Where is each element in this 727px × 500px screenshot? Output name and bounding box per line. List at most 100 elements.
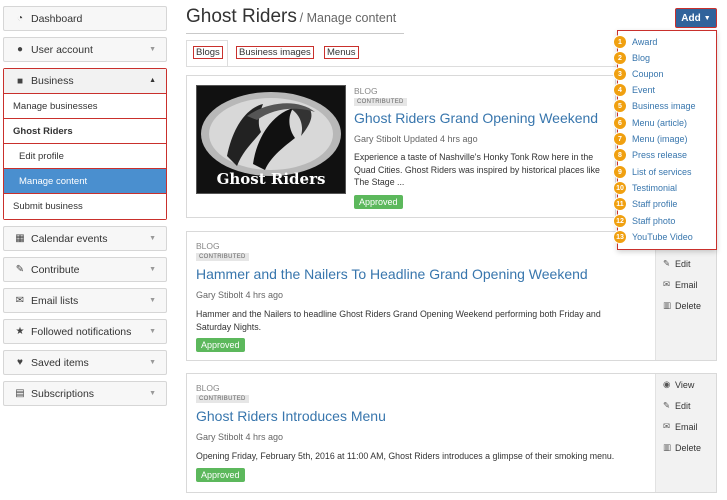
heart-icon: ♥ (17, 357, 23, 368)
menu-item-label: Menu (article) (632, 118, 688, 128)
sidebar-item-label: Followed notifications (31, 325, 132, 338)
post-type-label: BLOG (196, 241, 220, 251)
page-header: Ghost Riders / Manage content (186, 6, 404, 34)
tab-menus[interactable]: Menus (324, 46, 359, 59)
menu-item-label: Staff photo (632, 216, 676, 226)
view-action[interactable]: ◉ View (656, 374, 716, 395)
sidebar-item-label: Dashboard (31, 12, 83, 25)
sidebar-item-saved-items[interactable]: ♥ Saved items ▼ (3, 350, 167, 375)
user-icon: ● (16, 44, 24, 55)
status-badge: Approved (196, 338, 245, 352)
content-card: BLOG CONTRIBUTED Hammer and the Nailers … (186, 231, 717, 361)
step-number-badge: 5 (614, 100, 626, 112)
menu-item-youtube-video[interactable]: 13 YouTube Video (614, 229, 693, 245)
menu-item-blog[interactable]: 2 Blog (614, 50, 651, 66)
sidebar-item-business[interactable]: ■ Business ▲ (4, 69, 166, 94)
sidebar: ◔ Dashboard ● User account ▼ ■ Business … (3, 6, 167, 412)
add-button[interactable]: Add ▼ (675, 8, 717, 28)
delete-action[interactable]: ▥ Delete (656, 437, 716, 458)
contributed-badge: CONTRIBUTED (354, 98, 407, 106)
post-actions: ✎ Edit ✉ Email ▥ Delete (655, 232, 716, 360)
thumbnail-caption: Ghost Riders (216, 170, 326, 188)
menu-item-menu-article[interactable]: 6 Menu (article) (614, 115, 688, 131)
step-number-badge: 4 (614, 84, 626, 96)
sidebar-item-subscriptions[interactable]: ▤ Subscriptions ▼ (3, 381, 167, 406)
sidebar-item-contribute[interactable]: ✎ Contribute ▼ (3, 257, 167, 282)
post-actions: ◉ View ✎ Edit ✉ Email ▥ Delete (655, 374, 716, 492)
chevron-down-icon: ▼ (149, 266, 156, 273)
sidebar-subitem-manage-businesses[interactable]: Manage businesses (4, 94, 166, 119)
post-title-link[interactable]: Ghost Riders Introduces Menu (196, 408, 386, 424)
briefcase-icon: ■ (16, 75, 24, 87)
menu-item-label: Menu (image) (632, 134, 688, 144)
sidebar-subitem-manage-content[interactable]: Manage content (4, 169, 166, 194)
menu-item-menu-image[interactable]: 7 Menu (image) (614, 131, 688, 147)
star-icon: ★ (15, 326, 25, 337)
menu-item-coupon[interactable]: 3 Coupon (614, 66, 664, 82)
post-title-link[interactable]: Ghost Riders Grand Opening Weekend (354, 110, 598, 126)
caret-down-icon: ▼ (703, 14, 711, 22)
action-label: Edit (675, 400, 691, 411)
action-label: Delete (675, 442, 702, 453)
menu-item-list-of-services[interactable]: 9 List of services (614, 164, 692, 180)
post-meta: Gary Stibolt Updated 4 hrs ago (354, 134, 478, 144)
trash-icon: ▥ (663, 442, 672, 452)
menu-item-award[interactable]: 1 Award (614, 34, 658, 50)
post-excerpt: Hammer and the Nailers to headline Ghost… (196, 309, 601, 332)
menu-item-event[interactable]: 4 Event (614, 82, 655, 98)
post-type-label: BLOG (196, 383, 220, 393)
add-dropdown-menu: 1 Award 2 Blog 3 Coupon 4 Event 5 Business im… (614, 30, 717, 250)
edit-action[interactable]: ✎ Edit (656, 253, 716, 274)
chevron-down-icon: ▼ (149, 235, 156, 242)
sidebar-item-label: Subscriptions (31, 387, 95, 400)
action-label: Edit (675, 258, 691, 269)
page-subtitle: / Manage content (299, 11, 397, 25)
sidebar-item-followed-notifications[interactable]: ★ Followed notifications ▼ (3, 319, 167, 344)
sidebar-item-label: Contribute (31, 263, 80, 276)
step-number-badge: 6 (614, 117, 626, 129)
menu-item-staff-photo[interactable]: 12 Staff photo (614, 213, 676, 229)
tab-business-images[interactable]: Business images (236, 46, 314, 59)
step-number-badge: 10 (614, 182, 626, 194)
sidebar-subitem-submit-business[interactable]: Submit business (4, 194, 166, 219)
menu-item-label: Blog (632, 53, 651, 63)
status-badge: Approved (196, 468, 245, 482)
chevron-down-icon: ▼ (149, 46, 156, 53)
menu-item-label: Coupon (632, 69, 664, 79)
menu-item-business-image[interactable]: 5 Business image (614, 98, 696, 114)
sidebar-subitem-ghost-riders[interactable]: Ghost Riders (4, 119, 166, 144)
post-title-link[interactable]: Hammer and the Nailers To Headline Grand… (196, 266, 588, 282)
menu-item-testimonial[interactable]: 10 Testimonial (614, 180, 677, 196)
pencil-icon: ✎ (15, 264, 25, 275)
chevron-down-icon: ▼ (149, 328, 156, 335)
edit-action[interactable]: ✎ Edit (656, 395, 716, 416)
sidebar-item-dashboard[interactable]: ◔ Dashboard (3, 6, 167, 31)
step-number-badge: 1 (614, 36, 626, 48)
page-title: Ghost Riders (186, 6, 297, 27)
menu-item-staff-profile[interactable]: 11 Staff profile (614, 196, 677, 212)
content-tabs: Blogs Business images Menus (186, 40, 686, 67)
pencil-icon: ✎ (663, 400, 671, 410)
sidebar-subitem-edit-profile[interactable]: Edit profile (4, 144, 166, 169)
email-action[interactable]: ✉ Email (656, 416, 716, 437)
action-label: Email (675, 279, 698, 290)
chevron-down-icon: ▼ (149, 359, 156, 366)
post-excerpt: Opening Friday, February 5th, 2016 at 11… (196, 451, 615, 461)
delete-action[interactable]: ▥ Delete (656, 295, 716, 316)
envelope-icon: ✉ (663, 279, 671, 289)
sidebar-item-user-account[interactable]: ● User account ▼ (3, 37, 167, 62)
sidebar-item-calendar-events[interactable]: ▦ Calendar events ▼ (3, 226, 167, 251)
sidebar-item-label: Business (31, 75, 74, 87)
action-label: View (675, 379, 695, 390)
sidebar-item-email-lists[interactable]: ✉ Email lists ▼ (3, 288, 167, 313)
chevron-down-icon: ▼ (149, 297, 156, 304)
step-number-badge: 12 (614, 215, 626, 227)
email-action[interactable]: ✉ Email (656, 274, 716, 295)
trash-icon: ▥ (663, 300, 672, 310)
sidebar-item-label: Saved items (31, 356, 89, 369)
menu-item-label: Award (632, 37, 658, 47)
step-number-badge: 8 (614, 149, 626, 161)
tab-blogs[interactable]: Blogs (193, 46, 223, 59)
action-label: Delete (675, 300, 702, 311)
menu-item-press-release[interactable]: 8 Press release (614, 147, 687, 163)
